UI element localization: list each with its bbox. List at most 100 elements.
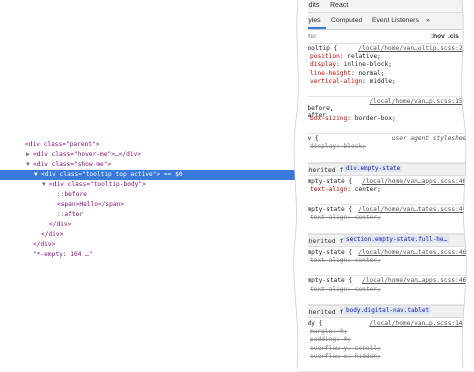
sidebar-tabs: Styles Computed Event Listeners » [298, 13, 474, 30]
css-declaration[interactable]: padding: 0; [310, 336, 351, 343]
css-declaration[interactable]: overflow-y: scroll; [310, 345, 381, 352]
colon: : [336, 143, 344, 151]
css-declaration[interactable]: box-sizing: border-box; [310, 115, 396, 122]
expand-toggle-icon[interactable]: ▼ [42, 180, 49, 190]
css-declaration[interactable]: display: inline-block; [310, 61, 392, 68]
style-rule[interactable]: body {/local/home/van…p.scss:1488 margin:… [298, 319, 474, 372]
css-value[interactable]: hidden; [355, 353, 381, 360]
css-value[interactable]: center; [355, 257, 381, 264]
colon: : [347, 114, 355, 122]
css-property[interactable]: text-align [310, 286, 347, 293]
css-value[interactable]: relative; [347, 53, 381, 60]
css-property[interactable]: text-align [310, 257, 347, 264]
devtools-topbar: Audits React [298, 0, 474, 13]
inherited-element-link[interactable]: body.digital-nav.tablet [344, 307, 432, 314]
css-property[interactable]: box-sizing [310, 115, 347, 122]
css-property[interactable]: margin [310, 328, 332, 335]
dom-node-text: ::after [57, 211, 84, 218]
css-value[interactable]: middle; [370, 78, 396, 85]
dom-node-line[interactable]: </div> [0, 240, 300, 250]
tab-computed[interactable]: Computed [331, 17, 362, 24]
style-rule[interactable]: .empty-state {/local/home/van…tates.scss… [298, 205, 474, 234]
inherited-from-header: Inherited from section.empty-state.full-h… [298, 233, 474, 247]
colon: : [362, 77, 370, 85]
colon: : [347, 285, 355, 293]
colon: : [347, 214, 355, 222]
dom-node-line[interactable]: </div> [0, 230, 300, 240]
dom-node-text: </div> [41, 231, 64, 238]
more-tabs-icon[interactable]: » [426, 17, 430, 24]
css-declaration[interactable]: margin: 0; [310, 328, 347, 335]
dom-node-line[interactable]: ::after [0, 210, 300, 220]
css-property[interactable]: display [310, 143, 336, 150]
tab-event-listeners[interactable]: Event Listeners [372, 17, 419, 24]
styles-pane: Audits React Styles Computed Event Liste… [298, 0, 474, 372]
css-value[interactable]: center; [355, 214, 381, 221]
css-property[interactable]: text-align [310, 214, 347, 221]
colon: : [347, 344, 355, 352]
css-value[interactable]: center; [355, 286, 381, 293]
hover-state-toggle[interactable]: :hov [431, 33, 445, 40]
dom-node-line[interactable]: </div> [0, 220, 300, 230]
css-declaration[interactable]: text-align: center; [310, 257, 381, 264]
dom-node-text: <div class="hover-me">…</div> [33, 151, 142, 158]
dom-node-line[interactable]: ▼ <div class="tooltip-body"> [0, 180, 300, 190]
dom-node-text: <div class="show-me"> [33, 161, 112, 168]
inherited-element-link[interactable]: section.empty-state.full-he… [344, 235, 450, 243]
dom-node-line[interactable]: <div class="parent"> [0, 140, 300, 150]
style-rule[interactable]: div {user agent stylesheet display: block… [298, 134, 474, 163]
css-property[interactable]: padding [310, 336, 336, 343]
colon: : [336, 336, 344, 344]
css-value[interactable]: border-box; [355, 115, 396, 122]
inherited-element-link[interactable]: div.empty-state [344, 164, 403, 172]
inherited-from-header: Inherited from body.digital-nav.tablet [298, 305, 474, 318]
css-value[interactable]: 0; [344, 336, 351, 343]
expand-toggle-icon[interactable]: ▼ [34, 170, 41, 180]
css-property[interactable]: overflow-x [310, 353, 347, 360]
style-rule[interactable]: .tooltip {/local/home/van…oltip.scss:274… [298, 44, 474, 98]
colon: : [332, 328, 340, 336]
css-property[interactable]: position [310, 53, 340, 60]
dom-node-line[interactable]: ▼ <div class="show-me"> [0, 160, 300, 170]
torn-edge-right [461, 0, 474, 368]
css-declaration[interactable]: text-align: center; [310, 214, 381, 221]
dom-node-text: <div class="tooltip top active"> == $0 [41, 171, 183, 178]
css-value[interactable]: scroll; [355, 345, 381, 352]
css-value[interactable]: normal; [358, 70, 384, 77]
css-value[interactable]: 0; [340, 328, 347, 335]
css-declaration[interactable]: vertical-align: middle; [310, 78, 396, 85]
css-property[interactable]: display [310, 61, 336, 68]
css-declaration[interactable]: line-height: normal; [310, 70, 385, 77]
colon: : [336, 61, 344, 69]
dom-node-line[interactable]: ▶ <div class="hover-me">…</div> [0, 150, 300, 160]
css-value[interactable]: center; [355, 186, 381, 193]
css-declaration[interactable]: position: relative; [310, 53, 381, 60]
dom-node-line[interactable]: "*-empty: 104 …" [0, 250, 300, 260]
css-declaration[interactable]: text-align: center; [310, 286, 381, 293]
css-declaration[interactable]: overflow-x: hidden; [310, 353, 381, 360]
expand-toggle-icon[interactable]: ▼ [26, 160, 33, 170]
style-rule[interactable]: .empty-state {/local/home/van…apps.scss:… [298, 276, 474, 305]
style-rule[interactable]: .empty-state {/local/home/van…apps.scss:… [298, 177, 474, 206]
selected-dom-node[interactable]: ▼ <div class="tooltip top active"> == $0 [0, 170, 300, 180]
torn-edge-left [293, 0, 308, 368]
css-declaration[interactable]: text-align: center; [310, 186, 381, 193]
expand-toggle-icon[interactable]: ▶ [26, 150, 33, 160]
css-value[interactable]: block; [344, 143, 366, 150]
css-property[interactable]: line-height [310, 70, 351, 77]
css-value[interactable]: inline-block; [344, 61, 392, 68]
style-rule[interactable]: *, ::before, ::after {/local/home/van…p.… [298, 97, 474, 134]
style-rule[interactable]: .empty-state {/local/home/van…tates.scss… [298, 248, 474, 277]
css-property[interactable]: vertical-align [310, 78, 362, 85]
css-property[interactable]: text-align [310, 186, 347, 193]
css-property[interactable]: overflow-y [310, 345, 347, 352]
css-declaration[interactable]: display: block; [310, 143, 366, 150]
react-tab[interactable]: React [330, 2, 348, 9]
dom-node-line[interactable]: <span>Hello</span> [0, 200, 300, 210]
dom-node-text: ::before [57, 191, 87, 198]
dom-node-text: </div> [49, 221, 72, 228]
colon: : [347, 256, 355, 264]
dom-node-text: <div class="parent"> [25, 141, 100, 148]
dom-node-text: "*-empty: 104 …" [33, 251, 93, 258]
dom-node-line[interactable]: ::before [0, 190, 300, 200]
